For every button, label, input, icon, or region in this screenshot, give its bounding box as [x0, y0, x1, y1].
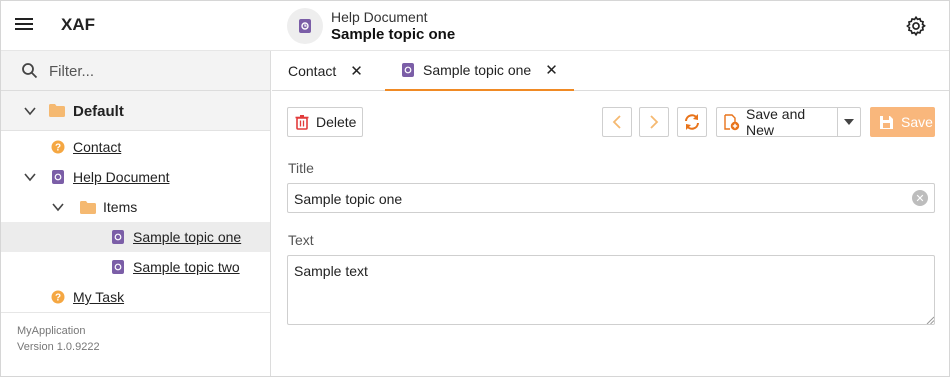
tab-strip: Contact ✕ Sample topic one ✕ — [272, 51, 949, 91]
question-icon: ? — [51, 140, 65, 154]
delete-button[interactable]: Delete — [287, 107, 363, 137]
save-button-label: Save — [901, 114, 933, 130]
app-header: XAF Help Document Sample topic one — [1, 1, 949, 51]
document-icon — [52, 170, 64, 184]
nav-item-items[interactable]: Items — [1, 192, 270, 222]
floppy-disk-icon — [880, 115, 893, 129]
chevron-left-icon — [612, 115, 621, 129]
app-name-footer: MyApplication — [17, 325, 86, 337]
title-input[interactable]: Sample topic one — [287, 183, 935, 213]
object-title: Sample topic one — [331, 26, 456, 43]
nav-item-label[interactable]: Sample topic two — [133, 259, 240, 275]
tab-label: Sample topic one — [423, 62, 532, 78]
footer-divider — [1, 312, 270, 313]
search-icon — [22, 63, 38, 79]
document-icon — [112, 260, 124, 274]
nav-item-label[interactable]: Help Document — [73, 169, 170, 185]
tab-contact[interactable]: Contact ✕ — [288, 51, 363, 91]
nav-item-help-document[interactable]: Help Document — [1, 162, 270, 192]
hamburger-menu-icon[interactable] — [15, 16, 37, 36]
save-and-new-dropdown-button[interactable] — [837, 107, 861, 137]
previous-record-button[interactable] — [602, 107, 632, 137]
text-field-label: Text — [288, 232, 314, 248]
save-button[interactable]: Save — [870, 107, 935, 137]
refresh-icon — [685, 114, 699, 130]
document-icon — [287, 8, 323, 44]
chevron-down-icon[interactable] — [23, 104, 37, 118]
chevron-down-icon[interactable] — [51, 200, 65, 214]
refresh-button[interactable] — [677, 107, 707, 137]
text-textarea[interactable]: Sample text — [287, 255, 935, 325]
chevron-right-icon — [650, 115, 659, 129]
nav-item-sample-topic-one[interactable]: Sample topic one — [1, 222, 270, 252]
nav-item-my-task[interactable]: ? My Task — [1, 282, 270, 312]
svg-text:?: ? — [55, 143, 61, 154]
tab-label: Contact — [288, 63, 337, 79]
svg-text:?: ? — [55, 293, 61, 304]
app-title: XAF — [61, 15, 95, 34]
clear-icon[interactable]: ✕ — [912, 190, 928, 206]
resize-handle-icon[interactable] — [926, 316, 934, 324]
new-document-icon — [724, 113, 740, 130]
title-field-label: Title — [288, 160, 314, 176]
save-and-new-label: Save and New — [745, 106, 806, 138]
nav-item-contact[interactable]: ? Contact — [1, 132, 270, 162]
trash-icon — [295, 115, 309, 130]
delete-button-label: Delete — [316, 114, 357, 130]
chevron-down-icon[interactable] — [23, 170, 37, 184]
question-icon: ? — [51, 290, 65, 304]
document-icon — [112, 230, 124, 244]
gear-icon[interactable] — [905, 15, 927, 37]
nav-item-label[interactable]: Contact — [73, 139, 121, 155]
filter-box[interactable]: Filter... — [1, 51, 270, 91]
document-icon — [402, 63, 414, 77]
object-type-label: Help Document — [331, 9, 428, 25]
nav-item-sample-topic-two[interactable]: Sample topic two — [1, 252, 270, 282]
save-and-new-button[interactable]: Save and New — [716, 106, 838, 138]
filter-input[interactable]: Filter... — [49, 63, 94, 80]
caret-down-icon — [844, 119, 854, 125]
tab-sample-topic-one[interactable]: Sample topic one ✕ — [385, 51, 574, 91]
nav-item-label[interactable]: Sample topic one — [133, 229, 241, 245]
app-version-footer: Version 1.0.9222 — [17, 341, 100, 353]
folder-icon — [49, 104, 65, 117]
next-record-button[interactable] — [639, 107, 669, 137]
folder-icon — [80, 201, 96, 214]
close-icon[interactable]: ✕ — [350, 62, 363, 80]
nav-item-label: Items — [103, 199, 138, 215]
close-icon[interactable]: ✕ — [545, 61, 558, 79]
nav-group-label: Default — [73, 103, 124, 120]
nav-group-default[interactable]: Default — [1, 91, 270, 131]
navigation-sidebar: Filter... Default ? Contact Help Documen… — [1, 51, 271, 376]
nav-item-label[interactable]: My Task — [73, 289, 124, 305]
